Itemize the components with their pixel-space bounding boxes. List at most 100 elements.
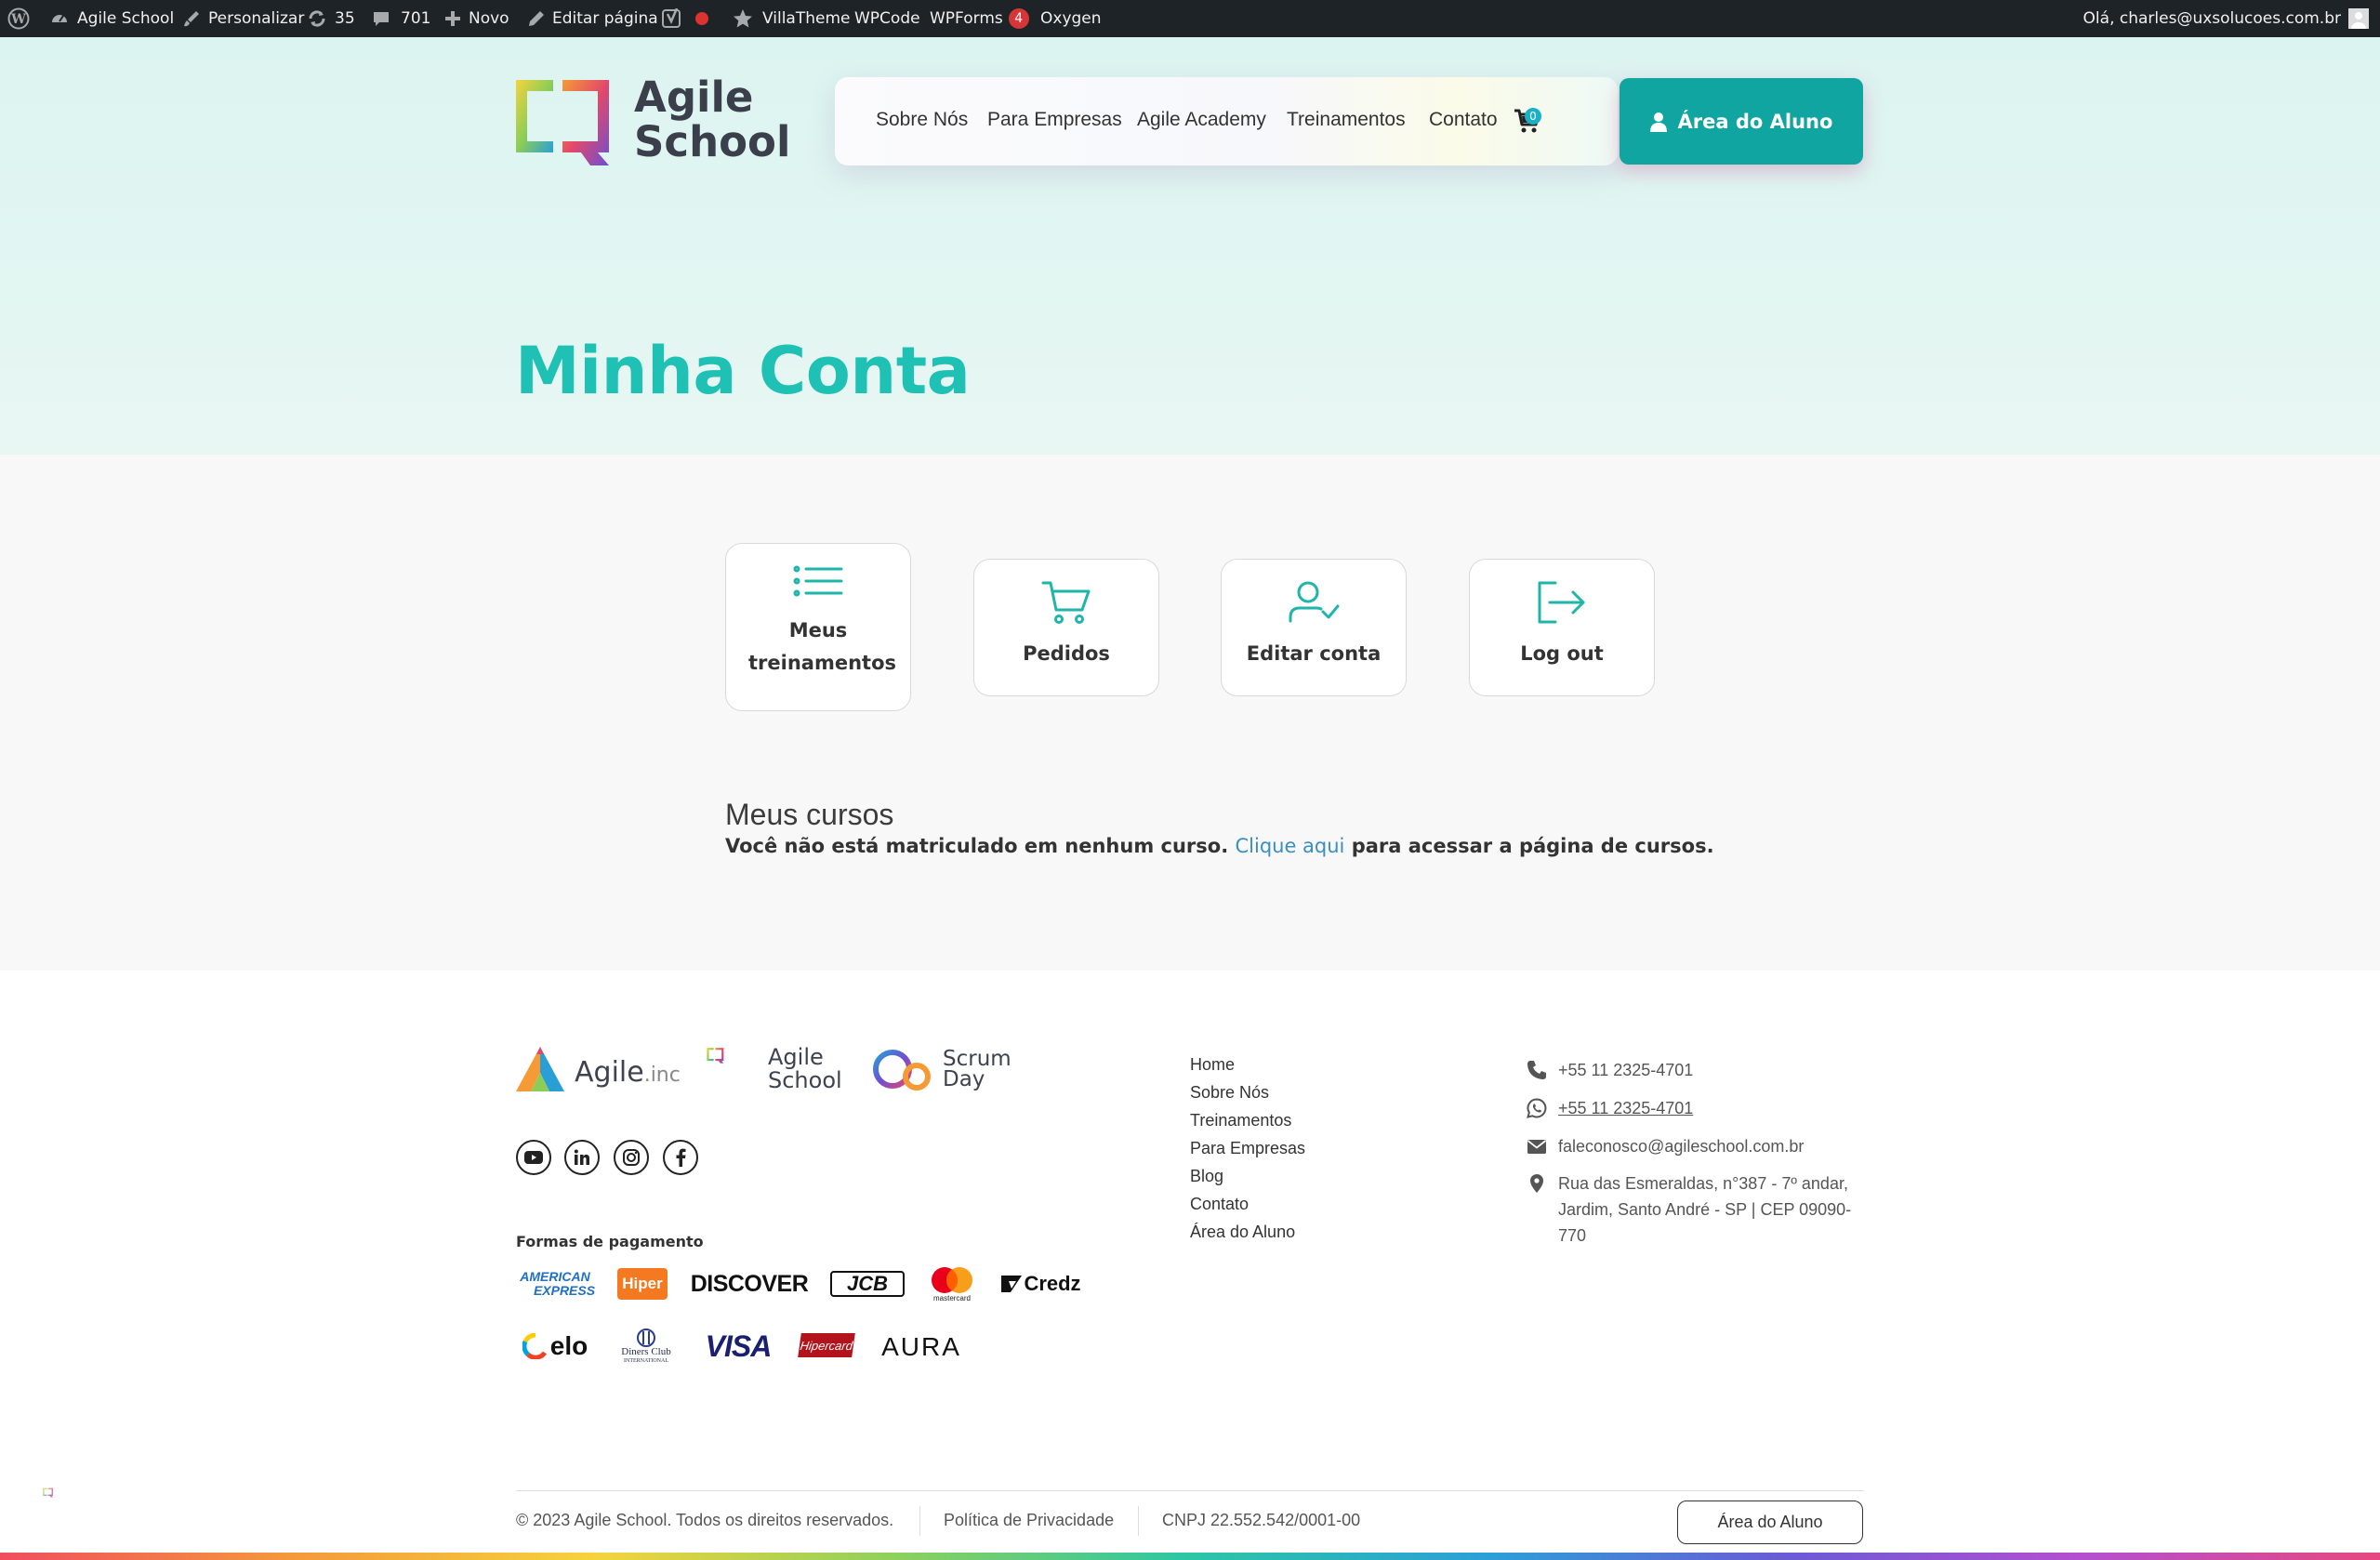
- footer-link-para-empresas[interactable]: Para Empresas: [1190, 1139, 1305, 1158]
- footer-link-treinamentos[interactable]: Treinamentos: [1190, 1111, 1291, 1130]
- linkedin-link[interactable]: [564, 1140, 600, 1175]
- admin-wpforms-badge: 4: [1008, 8, 1029, 29]
- wordpress-logo-icon[interactable]: W: [7, 0, 30, 37]
- footer-privacy-link[interactable]: Política de Privacidade: [944, 1511, 1114, 1530]
- user-icon: [1649, 112, 1667, 132]
- admin-new-link[interactable]: Novo: [444, 0, 509, 37]
- youtube-link[interactable]: [516, 1140, 551, 1175]
- logo-wordmark[interactable]: Agile School: [634, 75, 790, 165]
- address-line-3: 770: [1558, 1226, 1587, 1245]
- admin-edit-page-link[interactable]: Editar página: [528, 0, 658, 37]
- footer-link-area-do-aluno[interactable]: Área do Aluno: [1190, 1223, 1295, 1242]
- admin-wpcode-label: WPCode: [854, 9, 920, 28]
- linkedin-icon: [574, 1149, 589, 1165]
- admin-edit-page-label: Editar página: [552, 9, 658, 28]
- card-meus-treinamentos[interactable]: Meus treinamentos: [725, 543, 911, 711]
- diners-sub-label: INTERNATIONAL: [624, 1357, 668, 1364]
- jcb-label: JCB: [846, 1272, 888, 1295]
- mastercard-icon: mastercard: [926, 1263, 978, 1305]
- list-icon: [793, 565, 843, 597]
- hiper-icon: Hiper: [617, 1268, 668, 1300]
- address-line-1: Rua das Esmeraldas, n°387 - 7º andar,: [1558, 1174, 1848, 1193]
- whatsapp-icon: [1527, 1098, 1547, 1118]
- instagram-link[interactable]: [614, 1140, 649, 1175]
- address-line-2: Jardim, Santo André - SP | CEP 09090-: [1558, 1200, 1852, 1219]
- amex-icon: AMERICAN EXPRESS: [516, 1268, 596, 1300]
- cart-icon: [1041, 581, 1091, 624]
- diners-label: Diners Club: [621, 1345, 671, 1357]
- admin-greeting: Olá, charles@uxsolucoes.com.br: [2082, 9, 2341, 28]
- card-editar-conta[interactable]: Editar conta: [1221, 559, 1407, 696]
- agile-school-footer-wordmark: Agile School: [768, 1046, 842, 1092]
- contact-email[interactable]: faleconosco@agileschool.com.br: [1558, 1133, 1804, 1159]
- nav-contato[interactable]: Contato: [1429, 109, 1498, 131]
- admin-oxygen-link[interactable]: Oxygen: [1040, 0, 1102, 37]
- footer-link-home[interactable]: Home: [1190, 1055, 1235, 1075]
- scrum-day-line-2: Day: [943, 1067, 985, 1091]
- footer-link-contato[interactable]: Contato: [1190, 1195, 1249, 1214]
- footer-link-blog[interactable]: Blog: [1190, 1167, 1223, 1186]
- admin-updates-link[interactable]: 35: [307, 0, 355, 37]
- admin-customize-link[interactable]: Personalizar: [182, 0, 304, 37]
- scrum-day-line-1: Scrum: [943, 1047, 1012, 1071]
- student-area-button[interactable]: Área do Aluno: [1620, 78, 1863, 165]
- card-log-out[interactable]: Log out: [1469, 559, 1655, 696]
- card-label-editar-conta: Editar conta: [1246, 642, 1382, 665]
- scrum-day-logo-icon[interactable]: [872, 1045, 935, 1093]
- admin-site-link[interactable]: Agile School: [50, 0, 174, 37]
- amex-line-2: EXPRESS: [533, 1283, 596, 1298]
- dashboard-icon: [52, 15, 67, 22]
- nav-para-empresas[interactable]: Para Empresas: [987, 109, 1122, 131]
- agile-inc-wordmark: Agile.inc: [575, 1056, 681, 1089]
- aura-icon: AURA: [876, 1329, 967, 1365]
- agile-school-footer-line-2: School: [768, 1067, 842, 1093]
- courses-heading: Meus cursos: [725, 798, 894, 831]
- footer-copyright: © 2023 Agile School. Todos os direitos r…: [516, 1511, 894, 1529]
- admin-customize-label: Personalizar: [208, 9, 305, 28]
- footer-student-area-button[interactable]: Área do Aluno: [1677, 1501, 1863, 1544]
- agile-inc-logo-icon[interactable]: [514, 1045, 566, 1093]
- rainbow-bottom-bar: [0, 1553, 2380, 1560]
- admin-villatheme-link[interactable]: VillaTheme: [732, 0, 850, 37]
- card-pedidos[interactable]: Pedidos: [973, 559, 1159, 696]
- plus-icon: [445, 11, 460, 26]
- admin-wpforms-label: WPForms: [930, 9, 1003, 28]
- aura-label: AURA: [881, 1332, 961, 1361]
- footer-divider: [516, 1490, 1864, 1491]
- pencil-icon: [529, 11, 544, 26]
- admin-villatheme-label: VillaTheme: [762, 9, 851, 28]
- hipercard-label: Hipercard: [799, 1338, 854, 1353]
- yoast-icon[interactable]: [662, 0, 682, 37]
- svg-text:W: W: [10, 12, 26, 27]
- facebook-link[interactable]: [663, 1140, 698, 1175]
- elo-icon: elo: [516, 1328, 594, 1365]
- courses-message-text-end: para acessar a página de cursos.: [1351, 835, 1714, 857]
- floating-logo-icon[interactable]: [43, 1487, 73, 1514]
- admin-new-label: Novo: [469, 9, 509, 28]
- nav-treinamentos[interactable]: Treinamentos: [1287, 109, 1406, 131]
- admin-wpcode-link[interactable]: WPCode: [854, 0, 920, 37]
- seo-status-dot-icon[interactable]: [695, 0, 708, 37]
- admin-account-menu[interactable]: Olá, charles@uxsolucoes.com.br: [2083, 0, 2369, 37]
- comment-icon: [374, 12, 389, 26]
- nav-sobre-nos[interactable]: Sobre Nós: [876, 109, 968, 131]
- footer-separator: [1138, 1506, 1139, 1536]
- footer-link-sobre-nos[interactable]: Sobre Nós: [1190, 1083, 1269, 1103]
- contact-phone[interactable]: +55 11 2325-4701: [1558, 1057, 1693, 1083]
- contact-whatsapp[interactable]: +55 11 2325-4701: [1558, 1095, 1693, 1121]
- card-label-log-out: Log out: [1520, 642, 1604, 665]
- payment-title: Formas de pagamento: [516, 1233, 704, 1250]
- nav-agile-academy[interactable]: Agile Academy: [1137, 109, 1266, 131]
- logo-line-2: School: [634, 117, 791, 166]
- instagram-icon: [623, 1149, 640, 1166]
- logo-line-1: Agile: [634, 73, 754, 122]
- phone-icon: [1527, 1061, 1546, 1079]
- card-label-meus-treinamentos: Meus treinamentos: [748, 619, 896, 674]
- hiper-label: Hiper: [622, 1275, 663, 1292]
- cart-count-badge: 0: [1525, 108, 1541, 125]
- courses-link[interactable]: Clique aqui: [1235, 835, 1344, 857]
- admin-comments-link[interactable]: 701: [372, 0, 430, 37]
- hipercard-icon: Hipercard: [798, 1333, 855, 1357]
- admin-wpforms-link[interactable]: WPForms 4: [930, 0, 1029, 37]
- agile-school-footer-logo-icon[interactable]: [707, 1047, 757, 1091]
